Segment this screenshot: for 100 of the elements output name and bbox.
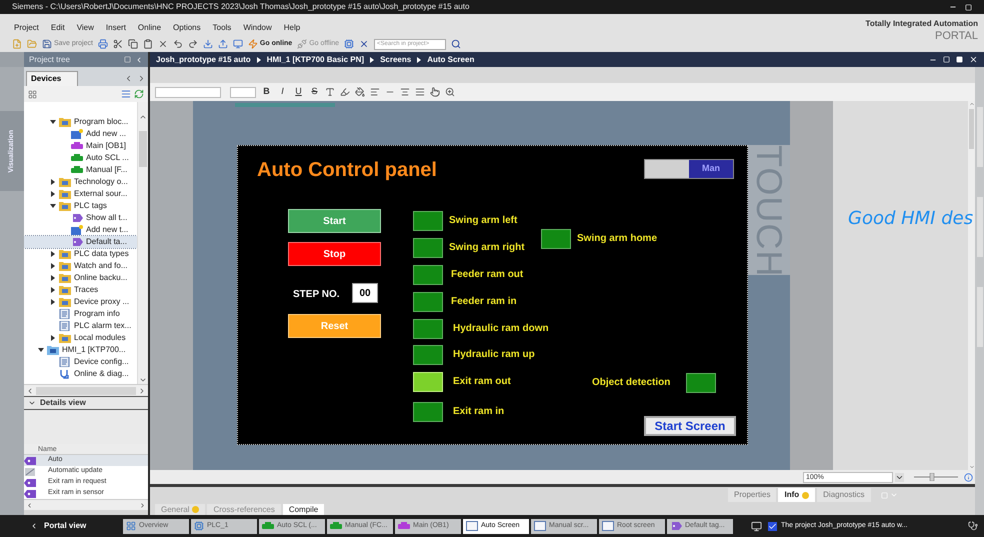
inspector-subtab[interactable]: Compile: [282, 504, 324, 515]
menu-item[interactable]: Project: [14, 22, 39, 34]
tree-item[interactable]: PLC data types: [24, 248, 137, 260]
expander-icon[interactable]: [50, 275, 56, 281]
scroll-right-icon[interactable]: [138, 386, 146, 394]
tree-item[interactable]: Auto SCL ...: [24, 152, 137, 164]
cut-icon[interactable]: [112, 39, 123, 49]
portal-view-button[interactable]: Portal view: [0, 520, 120, 532]
size-field[interactable]: [230, 86, 256, 98]
align-center-icon[interactable]: [400, 87, 410, 97]
tree-item[interactable]: Program bloc...: [24, 116, 137, 128]
vertical-scrollbar[interactable]: [137, 102, 148, 384]
menu-item[interactable]: View: [76, 22, 94, 34]
scroll-up-icon[interactable]: [139, 113, 147, 121]
expander-icon[interactable]: [38, 347, 44, 353]
tree-item[interactable]: Online & diag...: [24, 368, 137, 380]
tree-item[interactable]: Technology o...: [24, 176, 137, 188]
expander-icon[interactable]: [50, 179, 56, 185]
tree-item[interactable]: Online backu...: [24, 272, 137, 284]
inspector-tab[interactable]: Diagnostics: [817, 488, 870, 502]
scroll-left-icon[interactable]: [26, 386, 34, 394]
format-button[interactable]: U: [293, 85, 304, 99]
hmi-button[interactable]: Stop: [288, 242, 381, 266]
font-field[interactable]: [155, 86, 221, 98]
align-left-icon[interactable]: [370, 87, 380, 97]
stethoscope-icon[interactable]: [968, 521, 978, 531]
close-icon[interactable]: [969, 55, 978, 64]
tree-item[interactable]: Default ta...: [24, 236, 137, 248]
print-icon[interactable]: [98, 39, 108, 49]
dropdown-icon[interactable]: [895, 472, 904, 482]
scroll-down-icon[interactable]: [139, 376, 147, 384]
tree-item[interactable]: Local modules: [24, 332, 137, 344]
horizontal-scrollbar[interactable]: [24, 499, 148, 510]
breadcrumb-item[interactable]: HMI_1 [KTP700 Basic PN]: [266, 54, 364, 66]
download-icon[interactable]: [202, 39, 213, 49]
undo-icon[interactable]: [172, 39, 183, 49]
menu-item[interactable]: Help: [284, 22, 300, 34]
maximize-icon[interactable]: [956, 56, 963, 63]
expander-icon[interactable]: [50, 263, 56, 269]
scrollbar-thumb[interactable]: [969, 109, 974, 149]
tree-item[interactable]: Watch and fo...: [24, 260, 137, 272]
tree-item[interactable]: HMI_1 [KTP700...: [24, 344, 137, 356]
zoom-slider[interactable]: [914, 473, 958, 481]
devices-tab[interactable]: Devices: [26, 71, 78, 86]
dock-icon[interactable]: [124, 56, 131, 63]
tree-item[interactable]: Program info: [24, 308, 137, 320]
upload-icon[interactable]: [218, 39, 228, 49]
maximize-icon[interactable]: [965, 4, 972, 10]
tree-item[interactable]: Add new ...: [24, 128, 137, 140]
tree-item[interactable]: Device proxy ...: [24, 296, 137, 308]
highlight-icon[interactable]: [340, 87, 350, 97]
tree-item[interactable]: PLC tags: [24, 200, 137, 212]
grid-icon[interactable]: [28, 90, 37, 98]
tree-item[interactable]: Show all t...: [24, 212, 137, 224]
redo-icon[interactable]: [188, 39, 198, 49]
format-button[interactable]: B: [261, 85, 272, 99]
monitor-icon[interactable]: [751, 520, 762, 532]
menu-item[interactable]: Online: [138, 22, 162, 34]
delete-icon[interactable]: [158, 39, 168, 49]
expander-icon[interactable]: [50, 287, 56, 293]
expander-icon[interactable]: [50, 251, 56, 257]
format-button[interactable]: I: [277, 85, 288, 99]
font-color-icon[interactable]: [325, 87, 335, 97]
scroll-left-icon[interactable]: [124, 74, 133, 83]
scrollbar-thumb[interactable]: [36, 386, 136, 394]
info-icon[interactable]: [964, 472, 973, 482]
restore-icon[interactable]: [943, 56, 950, 63]
collapse-icon[interactable]: [135, 56, 143, 64]
search-icon[interactable]: [451, 39, 462, 49]
menu-item[interactable]: Options: [173, 22, 201, 34]
tree-item[interactable]: External sour...: [24, 188, 137, 200]
tree-item[interactable]: Manual [F...: [24, 164, 137, 176]
details-view-header[interactable]: Details view: [24, 396, 148, 410]
expander-icon[interactable]: [50, 299, 56, 305]
scroll-right-icon[interactable]: [139, 502, 146, 508]
step-field[interactable]: 00: [352, 283, 378, 303]
list-view-icon[interactable]: [121, 89, 131, 99]
expander-icon[interactable]: [50, 119, 56, 125]
inspector-tab[interactable]: Info: [778, 488, 816, 502]
slider-thumb[interactable]: [930, 473, 934, 481]
expander-icon[interactable]: [50, 191, 56, 197]
refresh-icon[interactable]: [134, 89, 144, 99]
menu-item[interactable]: Insert: [106, 22, 126, 34]
format-button[interactable]: S: [309, 85, 320, 99]
menu-item[interactable]: Tools: [212, 22, 232, 34]
tree-item[interactable]: Add new t...: [24, 224, 137, 236]
tree-item[interactable]: PLC alarm tex...: [24, 320, 137, 332]
scrollbar-thumb[interactable]: [139, 131, 147, 167]
tree-item[interactable]: Traces: [24, 284, 137, 296]
copy-icon[interactable]: [128, 39, 138, 49]
tree-item[interactable]: Device config...: [24, 356, 137, 368]
expander-icon[interactable]: [50, 203, 56, 209]
breadcrumb-item[interactable]: Auto Screen: [427, 54, 474, 66]
inspector-tab[interactable]: Properties: [728, 488, 776, 502]
breadcrumb-item[interactable]: Josh_prototype #15 auto: [156, 54, 251, 66]
menu-item[interactable]: Edit: [50, 22, 65, 34]
tree-item[interactable]: Main [OB1]: [24, 140, 137, 152]
paste-icon[interactable]: [142, 39, 153, 49]
zoom-in-icon[interactable]: [445, 87, 455, 97]
scroll-right-icon[interactable]: [137, 74, 146, 83]
